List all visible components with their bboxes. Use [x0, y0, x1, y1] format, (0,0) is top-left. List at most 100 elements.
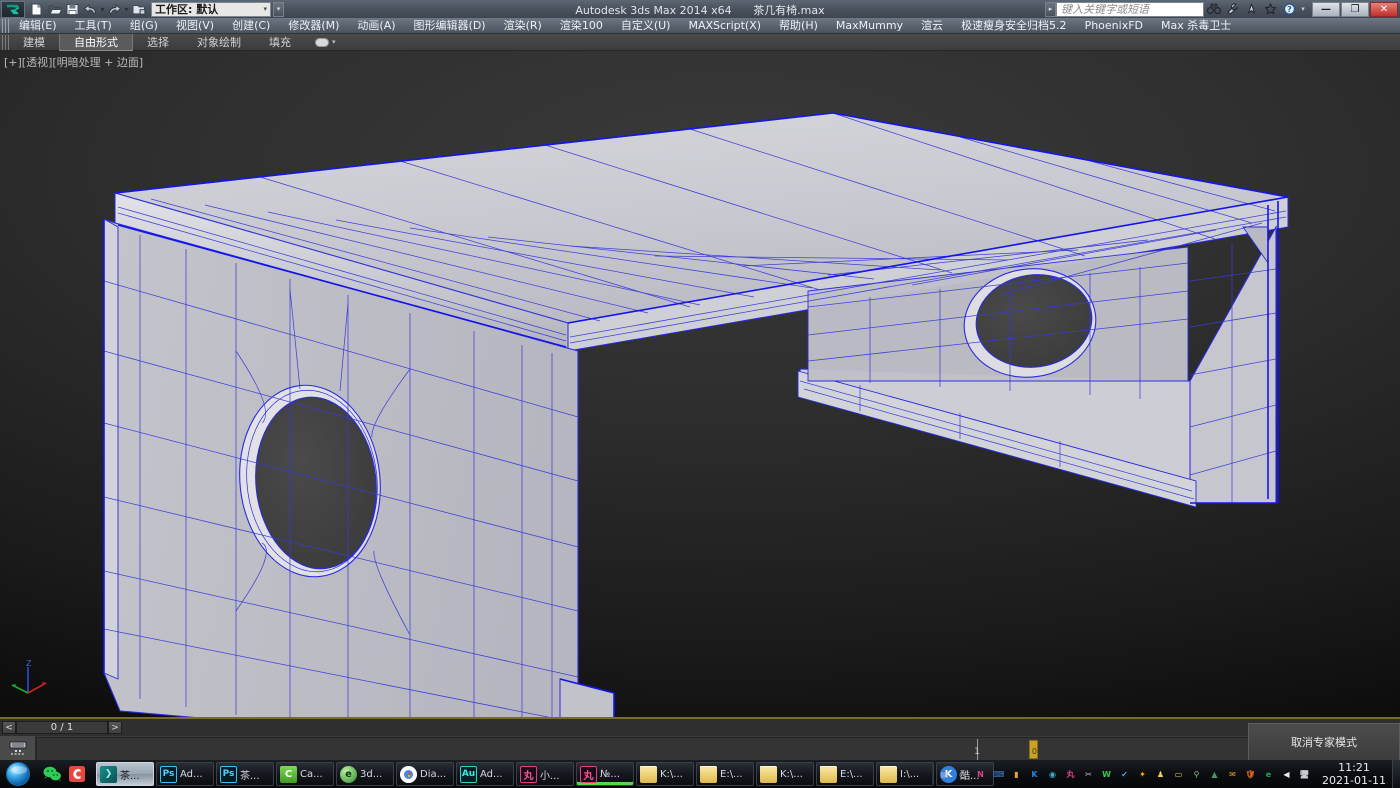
menu-item-2[interactable]: 组(G)	[121, 18, 167, 34]
folder-icon	[700, 766, 717, 783]
help-icon[interactable]: ?	[1280, 1, 1299, 17]
open-file-button[interactable]	[46, 1, 63, 17]
tray-360-icon[interactable]: ✦	[1135, 767, 1150, 782]
set-project-folder-button[interactable]	[130, 1, 147, 17]
tray-netdisk-icon[interactable]: N	[973, 767, 988, 782]
tray-wechat-icon[interactable]: W	[1099, 767, 1114, 782]
workspace-dropdown-button[interactable]: ▾	[273, 2, 284, 17]
task-chrome[interactable]: Dia...	[396, 762, 454, 786]
task-3dsmax[interactable]: ❯茶...	[96, 762, 154, 786]
menu-bar-grip[interactable]	[2, 19, 10, 33]
expert-mode-toggle-button[interactable]: 取消专家模式	[1248, 723, 1400, 761]
menu-item-16[interactable]: PhoenixFD	[1076, 18, 1152, 34]
ribbon-tab-4[interactable]: 填充	[255, 34, 305, 51]
ribbon-tab-2[interactable]: 选择	[133, 34, 183, 51]
search-input[interactable]: 键入关键字或短语	[1056, 2, 1204, 17]
undo-button[interactable]	[82, 1, 99, 17]
task-photoshop-ad[interactable]: PsAd...	[156, 762, 214, 786]
tray-edge-icon[interactable]: e	[1261, 767, 1276, 782]
camtasia-icon[interactable]	[66, 763, 88, 785]
wechat-icon[interactable]	[41, 763, 63, 785]
tray-usb-icon[interactable]: ⚲	[1189, 767, 1204, 782]
prev-frame-button[interactable]: <	[2, 721, 16, 734]
wrench-icon[interactable]	[1223, 1, 1242, 17]
menu-item-6[interactable]: 动画(A)	[348, 18, 404, 34]
menu-item-10[interactable]: 自定义(U)	[612, 18, 680, 34]
menu-item-1[interactable]: 工具(T)	[66, 18, 121, 34]
ribbon-grip[interactable]	[2, 35, 9, 50]
menu-item-13[interactable]: MaxMummy	[827, 18, 912, 34]
svg-text:?: ?	[1287, 5, 1292, 14]
menu-item-5[interactable]: 修改器(M)	[279, 18, 348, 34]
tray-sync-icon[interactable]: ✔	[1117, 767, 1132, 782]
task-label: E:\...	[720, 769, 743, 780]
ribbon-tab-3[interactable]: 对象绘制	[183, 34, 255, 51]
task-wan-n[interactable]: 丸№...	[576, 762, 634, 786]
tray-printer-icon[interactable]: ▤	[937, 767, 952, 782]
task-folder-k1[interactable]: K:\...	[636, 762, 694, 786]
task-wan-xiao[interactable]: 丸小...	[516, 762, 574, 786]
tray-person-icon[interactable]: ♟	[1153, 767, 1168, 782]
open-track-view-button[interactable]	[0, 736, 36, 762]
menu-item-12[interactable]: 帮助(H)	[770, 18, 827, 34]
menu-item-15[interactable]: 极速瘦身安全归档5.2	[952, 18, 1076, 34]
tray-kugou-icon[interactable]: K	[1027, 767, 1042, 782]
redo-dropdown[interactable]: ▾	[124, 1, 129, 17]
3dsmax-logo-icon[interactable]	[1, 1, 25, 18]
help-dropdown-arrow[interactable]: ▾	[1299, 5, 1307, 13]
undo-dropdown[interactable]: ▾	[100, 1, 105, 17]
menu-item-11[interactable]: MAXScript(X)	[679, 18, 770, 34]
menu-item-4[interactable]: 创建(C)	[223, 18, 279, 34]
folder-icon	[760, 766, 777, 783]
task-camtasia[interactable]: CCa...	[276, 762, 334, 786]
tray-network-icon[interactable]: 🖥	[1297, 767, 1312, 782]
minimize-button[interactable]: —	[1312, 2, 1340, 17]
menu-item-9[interactable]: 渲染100	[551, 18, 612, 34]
tray-drive-icon[interactable]: ◉	[1045, 767, 1060, 782]
tray-card-icon[interactable]: ▭	[1171, 767, 1186, 782]
ribbon-tab-0[interactable]: 建模	[9, 34, 59, 51]
favorites-star-icon[interactable]	[1261, 1, 1280, 17]
tray-keyboard-icon[interactable]: ⌨	[991, 767, 1006, 782]
tray-wan-icon[interactable]: 丸	[1063, 767, 1078, 782]
task-audition[interactable]: AuAd...	[456, 762, 514, 786]
show-desktop-button[interactable]	[1392, 760, 1400, 788]
time-slider-track[interactable]: 0 1	[36, 737, 1300, 761]
tray-battery-icon[interactable]: ▮	[1009, 767, 1024, 782]
tray-security-icon[interactable]: 🛡	[1243, 767, 1258, 782]
menu-item-17[interactable]: Max 杀毒卫士	[1152, 18, 1240, 34]
start-button[interactable]	[1, 761, 35, 787]
task-3dmax-browser[interactable]: e3d...	[336, 762, 394, 786]
frame-counter[interactable]: 0 / 1	[16, 721, 108, 734]
tray-overflow-icon[interactable]: ◌	[955, 767, 970, 782]
redo-button[interactable]	[106, 1, 123, 17]
menu-item-8[interactable]: 渲染(R)	[495, 18, 551, 34]
ribbon-tab-1[interactable]: 自由形式	[59, 34, 133, 51]
menu-item-3[interactable]: 视图(V)	[167, 18, 223, 34]
next-frame-button[interactable]: >	[108, 721, 122, 734]
time-slider-handle[interactable]: 0	[1029, 740, 1038, 759]
task-folder-i1[interactable]: I:\...	[876, 762, 934, 786]
task-folder-e2[interactable]: E:\...	[816, 762, 874, 786]
close-button[interactable]: ✕	[1370, 2, 1398, 17]
compass-icon[interactable]	[1242, 1, 1261, 17]
task-photoshop-cha[interactable]: Ps茶...	[216, 762, 274, 786]
search-expand-button[interactable]: ▸	[1045, 2, 1056, 17]
tray-mail-icon[interactable]: ✉	[1225, 767, 1240, 782]
task-folder-e1[interactable]: E:\...	[696, 762, 754, 786]
task-folder-k2[interactable]: K:\...	[756, 762, 814, 786]
new-file-button[interactable]	[28, 1, 45, 17]
maximize-restore-button[interactable]: ❐	[1341, 2, 1369, 17]
tray-volume-icon[interactable]: ◀	[1279, 767, 1294, 782]
save-file-button[interactable]	[64, 1, 81, 17]
menu-item-0[interactable]: 编辑(E)	[10, 18, 66, 34]
ribbon-options-chip[interactable]: ▾	[315, 38, 336, 47]
tray-tools-icon[interactable]: ✂	[1081, 767, 1096, 782]
taskbar-clock[interactable]: 11:21 2021-01-11	[1318, 761, 1390, 787]
search-binoculars-icon[interactable]	[1204, 1, 1223, 17]
perspective-viewport[interactable]: [+][透视][明暗处理 + 边面]	[0, 51, 1400, 717]
workspace-selector[interactable]: 工作区: 默认 ▾	[151, 2, 271, 17]
menu-item-14[interactable]: 渲云	[912, 18, 952, 34]
tray-shield-green-icon[interactable]: ▲	[1207, 767, 1222, 782]
menu-item-7[interactable]: 图形编辑器(D)	[405, 18, 495, 34]
